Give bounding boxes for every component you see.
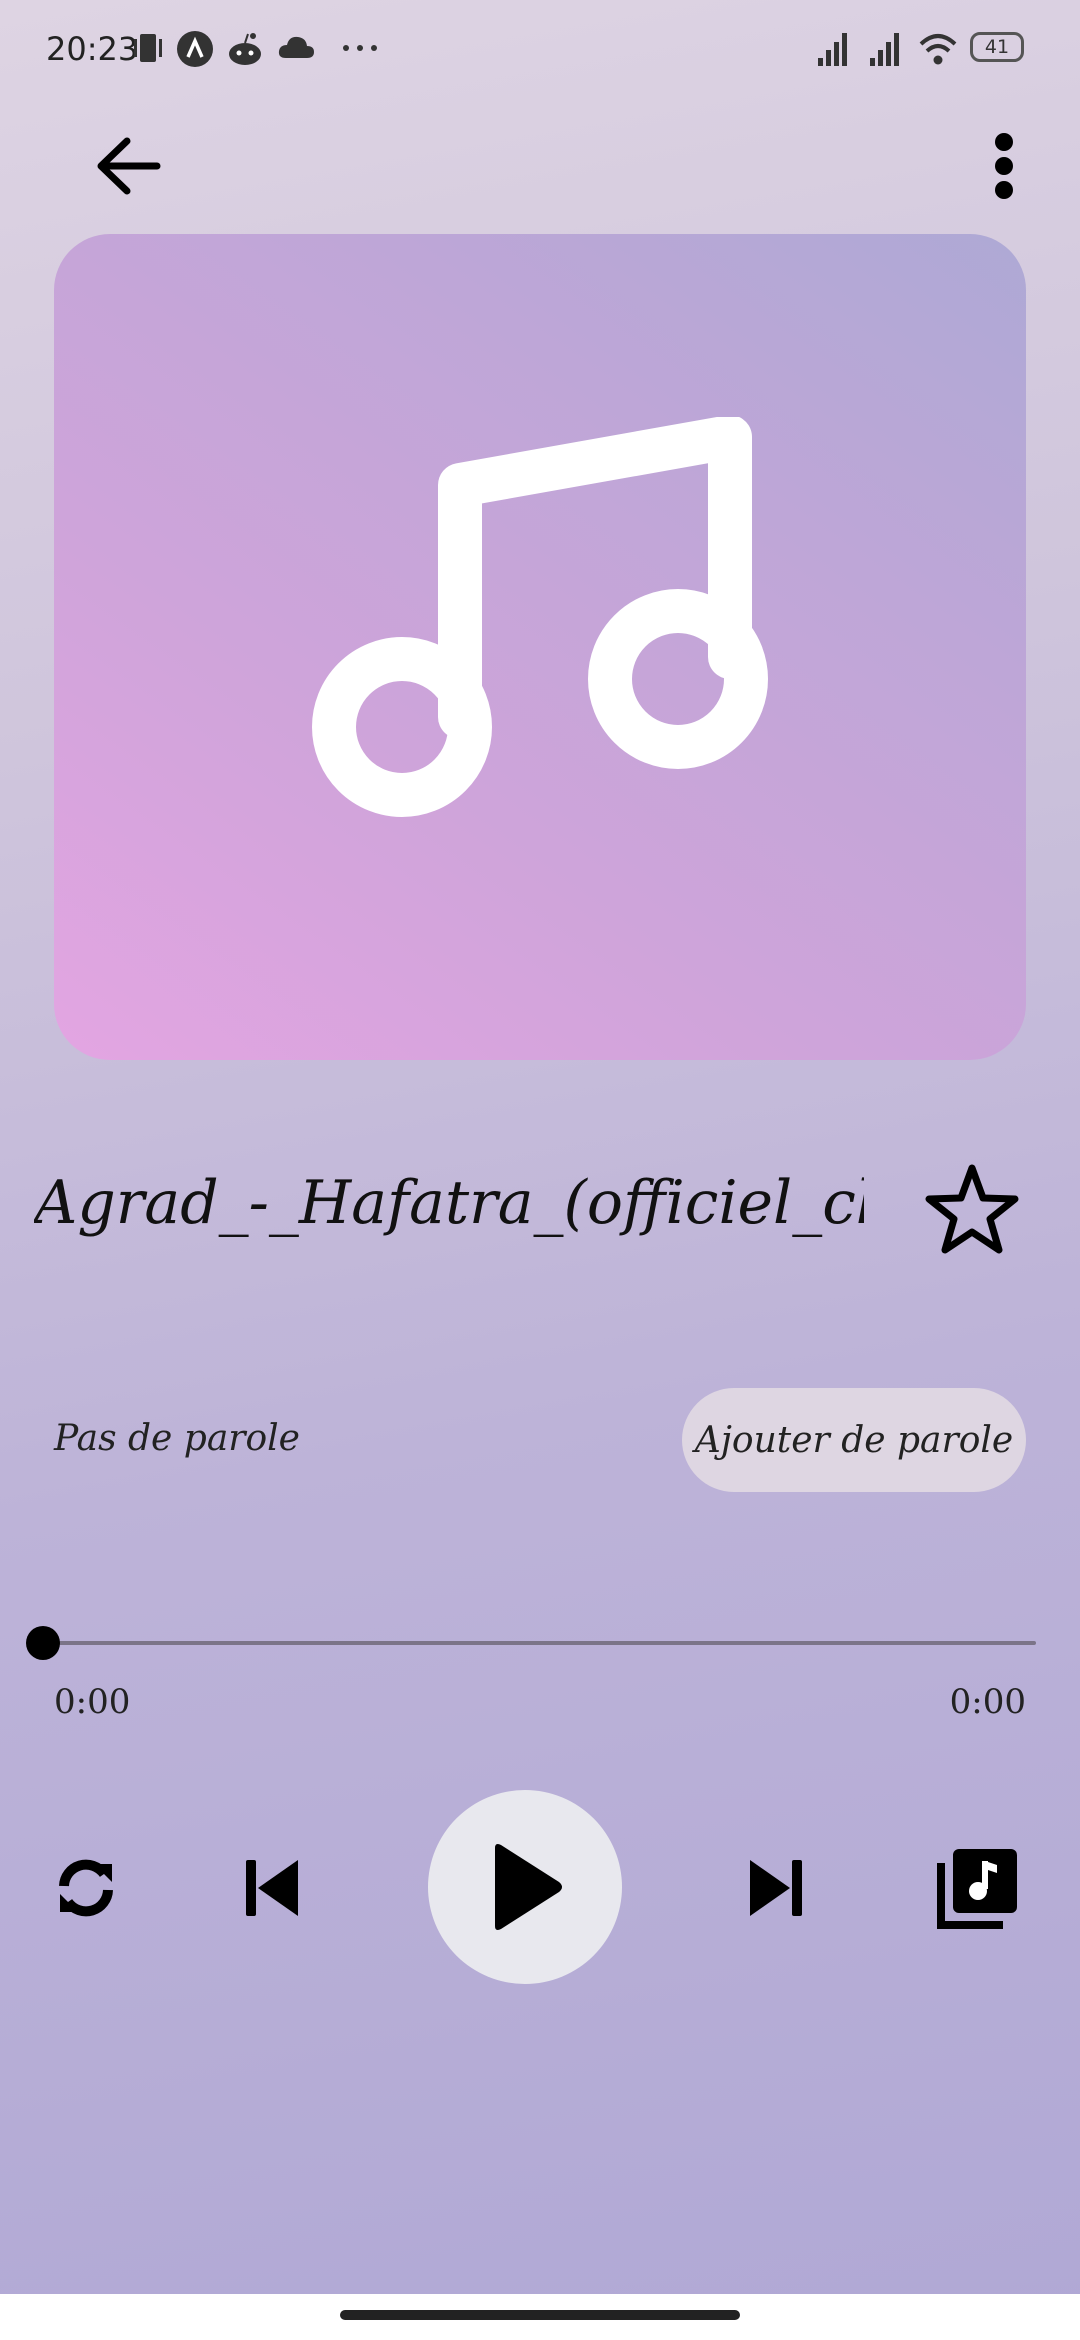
play-icon <box>495 1844 562 1930</box>
cloud-icon <box>278 36 314 58</box>
seek-bar[interactable] <box>44 1641 1036 1645</box>
signal-icon <box>818 33 847 66</box>
add-lyrics-button[interactable]: Ajouter de parole <box>682 1388 1026 1492</box>
top-app-bar <box>0 100 1080 234</box>
album-artwork <box>54 234 1026 1060</box>
status-bar: 20:23 41 <box>0 0 1080 100</box>
more-options-button[interactable] <box>958 120 1050 212</box>
home-indicator[interactable] <box>340 2310 740 2320</box>
more-vertical-icon <box>995 133 1013 199</box>
back-button[interactable] <box>82 120 174 212</box>
battery-icon: 41 <box>970 32 1024 62</box>
battery-level: 41 <box>984 36 1010 58</box>
repeat-icon <box>59 1859 113 1917</box>
next-button[interactable] <box>734 1850 818 1926</box>
favorite-button[interactable] <box>920 1156 1024 1260</box>
track-title: Agrad_-_Hafatra_(officiel_clip <box>34 1168 864 1238</box>
signal-icon-2 <box>870 33 899 66</box>
star-outline-icon <box>925 1164 1019 1254</box>
skip-next-icon <box>750 1860 802 1916</box>
vibrate-icon <box>134 34 162 62</box>
reddit-icon <box>229 33 261 65</box>
previous-button[interactable] <box>230 1850 314 1926</box>
skip-previous-icon <box>246 1860 298 1916</box>
seek-thumb[interactable] <box>26 1626 60 1660</box>
music-library-icon <box>937 1849 1017 1929</box>
repeat-button[interactable] <box>44 1850 128 1926</box>
total-time: 0:00 <box>949 1682 1026 1722</box>
status-time: 20:23 <box>46 30 139 68</box>
lyrics-status: Pas de parole <box>54 1418 300 1459</box>
arrow-left-icon <box>97 137 161 195</box>
wifi-icon <box>919 34 957 65</box>
more-notifications-icon <box>343 45 377 51</box>
queue-button[interactable] <box>930 1840 1026 1936</box>
track-info: Agrad_-_Hafatra_(officiel_clip <box>0 1150 1080 1270</box>
current-time: 0:00 <box>54 1682 131 1722</box>
play-button[interactable] <box>428 1790 622 1984</box>
music-note-icon <box>312 417 768 817</box>
app-a-icon <box>177 31 213 67</box>
